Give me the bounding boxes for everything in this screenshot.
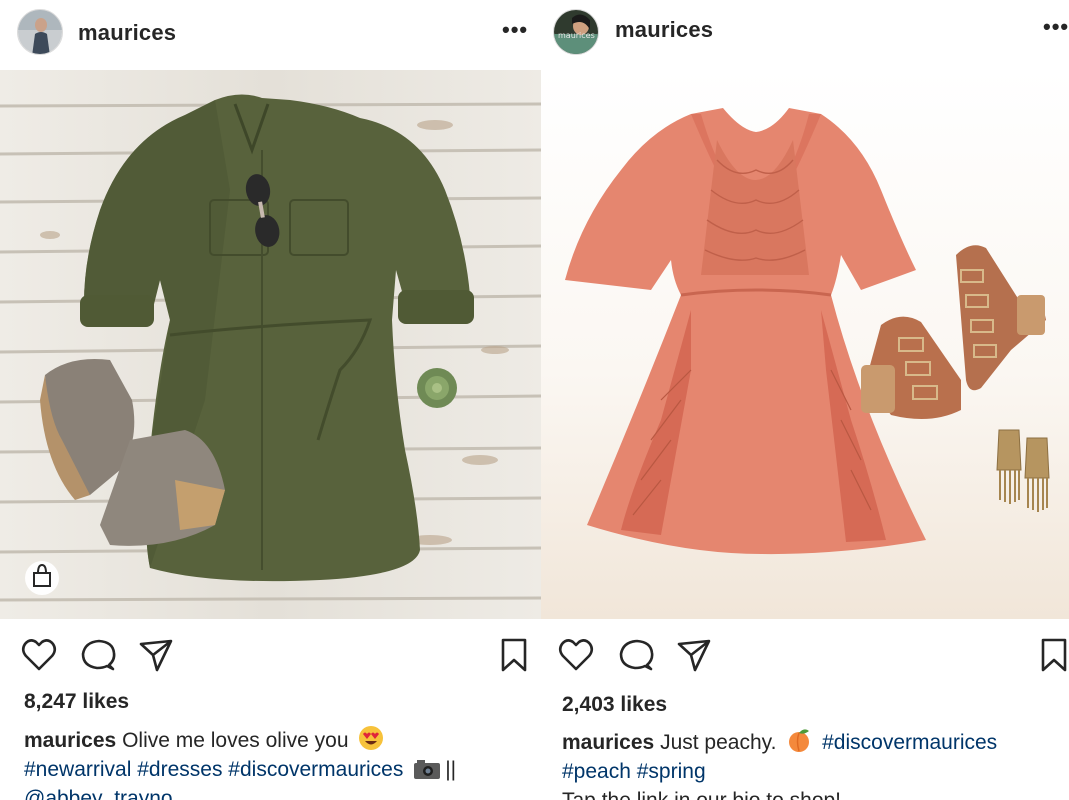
share-icon[interactable] — [675, 636, 713, 674]
post-image[interactable] — [541, 70, 1069, 619]
hashtag-discovermaurices[interactable]: #discovermaurices — [822, 731, 997, 754]
username[interactable]: maurices — [78, 20, 176, 46]
profile-avatar[interactable]: maurices — [553, 9, 599, 55]
hashtag-spring[interactable]: #spring — [637, 760, 706, 783]
peach-dress-photo — [541, 70, 1069, 619]
caption-separator: || — [445, 758, 457, 781]
bookmark-icon[interactable] — [495, 636, 533, 674]
post-peach-dress: maurices maurices ••• 2,403 likes mauric… — [541, 0, 1069, 800]
profile-avatar[interactable] — [17, 9, 63, 55]
post-image[interactable] — [0, 70, 541, 619]
action-bar — [0, 628, 541, 682]
caption-username[interactable]: maurices — [24, 729, 116, 752]
caption-cta: Tap the link in our bio to shop! — [562, 789, 841, 800]
comment-icon[interactable] — [79, 636, 117, 674]
caption-username[interactable]: maurices — [562, 731, 654, 754]
shopping-bag-icon[interactable] — [25, 561, 59, 595]
more-options-icon[interactable]: ••• — [1043, 14, 1069, 40]
hashtag-dresses[interactable]: #dresses — [137, 758, 222, 781]
comment-icon[interactable] — [617, 636, 655, 674]
bookmark-icon[interactable] — [1035, 636, 1069, 674]
post-header: maurices ••• — [0, 0, 541, 68]
caption-line-2: #peach #spring — [562, 757, 1067, 786]
post-caption: maurices Olive me loves olive you #newar… — [24, 725, 539, 800]
caption-line-3: Tap the link in our bio to shop! — [562, 786, 1067, 800]
heart-icon[interactable] — [557, 636, 595, 674]
mention-link[interactable]: @abbey_trayno — [24, 787, 173, 800]
caption-line-1: maurices Just peachy. #discovermaurices — [562, 727, 1067, 757]
caption-line-3: @abbey_trayno — [24, 784, 539, 800]
heart-eyes-emoji — [359, 726, 384, 750]
caption-text: Just peachy. — [660, 731, 777, 754]
share-icon[interactable] — [137, 636, 175, 674]
post-olive-dress: maurices ••• 8,247 likes maurices Olive … — [0, 0, 541, 800]
hashtag-newarrival[interactable]: #newarrival — [24, 758, 131, 781]
post-header: maurices maurices ••• — [541, 0, 1069, 68]
action-bar — [541, 628, 1069, 682]
caption-text: Olive me loves olive you — [122, 729, 349, 752]
camera-emoji — [414, 760, 441, 779]
avatar-image — [18, 10, 62, 54]
avatar-logo-text: maurices — [558, 31, 595, 40]
username[interactable]: maurices — [615, 17, 713, 43]
caption-line-1: maurices Olive me loves olive you — [24, 725, 539, 755]
caption-line-2: #newarrival #dresses #discovermaurices |… — [24, 755, 539, 784]
more-options-icon[interactable]: ••• — [502, 17, 528, 43]
post-caption: maurices Just peachy. #discovermaurices … — [562, 727, 1067, 800]
likes-count[interactable]: 2,403 likes — [562, 693, 667, 717]
hashtag-discovermaurices[interactable]: #discovermaurices — [228, 758, 403, 781]
peach-emoji — [789, 729, 810, 752]
hashtag-peach[interactable]: #peach — [562, 760, 631, 783]
olive-dress-photo — [0, 70, 541, 619]
avatar-image: maurices — [554, 10, 598, 54]
likes-count[interactable]: 8,247 likes — [24, 690, 129, 714]
heart-icon[interactable] — [20, 636, 58, 674]
